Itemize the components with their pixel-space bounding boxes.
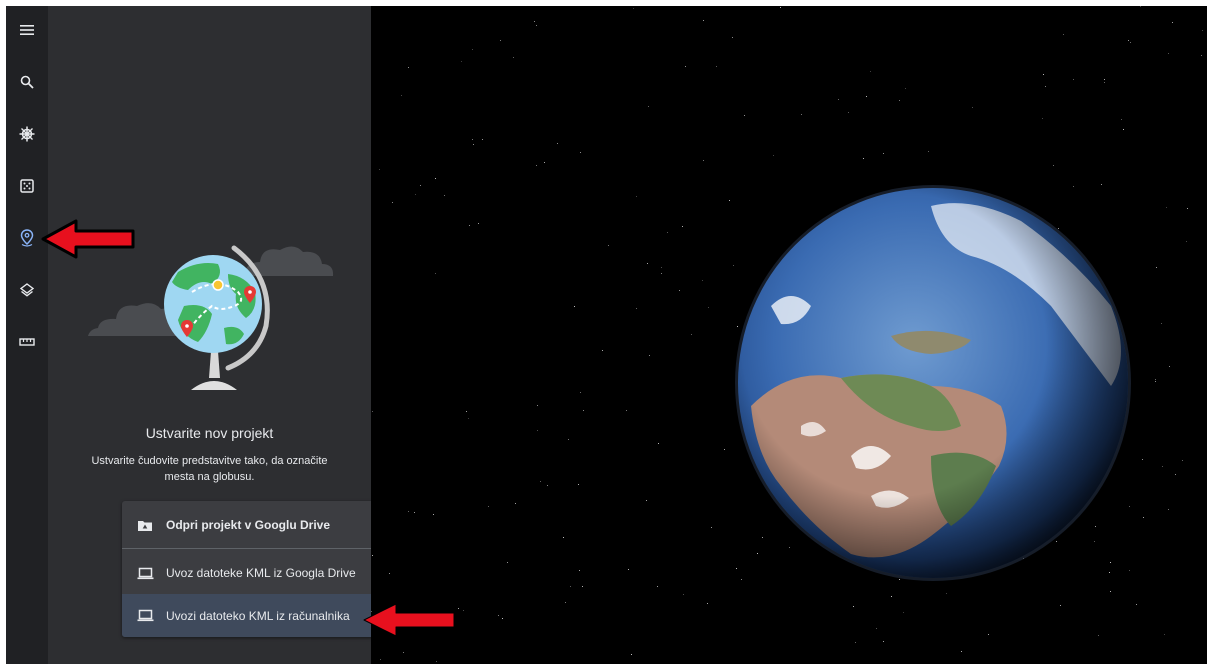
- laptop-icon: [136, 566, 154, 580]
- menu-divider: [122, 548, 383, 549]
- import-kml-drive-label: Uvoz datoteke KML iz Googla Drive: [166, 566, 356, 580]
- search-icon: [20, 75, 34, 89]
- menu-icon: [20, 25, 34, 35]
- open-drive-project-label: Odpri projekt v Googlu Drive: [166, 518, 331, 532]
- laptop-icon: [136, 609, 154, 623]
- globe-illustration: [88, 245, 334, 390]
- layers-icon: [20, 283, 34, 297]
- ruler-icon: [19, 338, 35, 346]
- measure-button[interactable]: [6, 324, 48, 360]
- import-kml-computer-label: Uvozi datoteko KML iz računalnika: [166, 608, 350, 623]
- map-style-button[interactable]: [6, 272, 48, 308]
- voyager-button[interactable]: [6, 116, 48, 152]
- open-drive-project-button[interactable]: Odpri projekt v Googlu Drive: [122, 505, 383, 545]
- globe-view[interactable]: [371, 6, 1207, 664]
- import-kml-drive-button[interactable]: Uvoz datoteke KML iz Googla Drive: [122, 553, 383, 593]
- feeling-lucky-button[interactable]: [6, 168, 48, 204]
- projects-pin-icon: [20, 229, 34, 247]
- panel-title: Ustvarite nov projekt: [145, 425, 274, 441]
- search-button[interactable]: [6, 64, 48, 100]
- google-earth-app: Ustvarite nov projekt Ustvarite čudovite…: [6, 6, 1207, 664]
- annotation-arrow-import: [363, 603, 455, 637]
- earth-globe[interactable]: [371, 6, 1207, 664]
- project-options-menu: Odpri projekt v Googlu Drive Uvoz datote…: [122, 501, 383, 637]
- dice-icon: [20, 179, 34, 193]
- menu-button[interactable]: [6, 12, 48, 48]
- voyager-icon: [19, 126, 35, 142]
- left-rail: [6, 6, 48, 664]
- annotation-arrow-projects: [41, 219, 135, 259]
- projects-panel: Ustvarite nov projekt Ustvarite čudovite…: [48, 6, 383, 664]
- panel-subtitle: Ustvarite čudovite predstavitve tako, da…: [91, 455, 328, 483]
- import-kml-computer-button[interactable]: Uvozi datoteko KML iz računalnika: [122, 594, 383, 637]
- drive-folder-icon: [136, 518, 154, 532]
